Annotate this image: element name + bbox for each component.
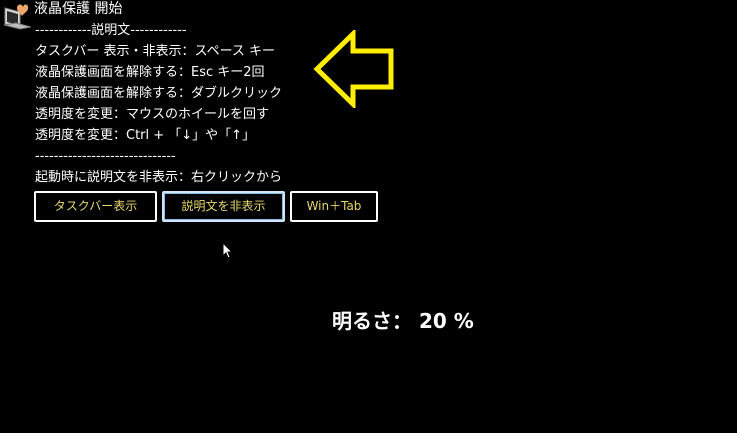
heart-laptop-icon	[3, 4, 32, 30]
description-separator-bottom: ------------------------------	[35, 149, 176, 164]
description-line-rightclick: 起動時に説明文を非表示：右クリックから	[35, 170, 283, 185]
left-arrow-icon	[313, 30, 394, 108]
win-tab-button[interactable]: Win＋Tab	[290, 191, 378, 222]
description-separator-top: ------------説明文------------	[35, 23, 187, 38]
brightness-label: 明るさ：	[332, 309, 412, 333]
taskbar-show-button[interactable]: タスクバー表示	[34, 191, 157, 222]
description-line-doubleclick: 液晶保護画面を解除する：ダブルクリック	[35, 86, 283, 101]
description-line-esc: 液晶保護画面を解除する：Esc キー2回	[35, 65, 265, 80]
hide-description-button[interactable]: 説明文を非表示	[162, 191, 285, 222]
mouse-cursor-icon	[222, 242, 234, 259]
brightness-value: 20	[418, 309, 447, 333]
description-line-wheel: 透明度を変更：マウスのホイールを回す	[35, 107, 270, 122]
description-line-taskbar: タスクバー 表示・非表示：スペース キー	[35, 44, 276, 59]
window-title: 液晶保護 開始	[34, 1, 123, 17]
description-line-ctrl: 透明度を変更：Ctrl + 「↓」や「↑」	[35, 128, 256, 143]
description-text: ------------説明文------------ タスクバー 表示・非表示…	[35, 20, 282, 188]
brightness-unit: %	[453, 309, 474, 333]
brightness-readout: 明るさ： 20 %	[332, 308, 474, 334]
